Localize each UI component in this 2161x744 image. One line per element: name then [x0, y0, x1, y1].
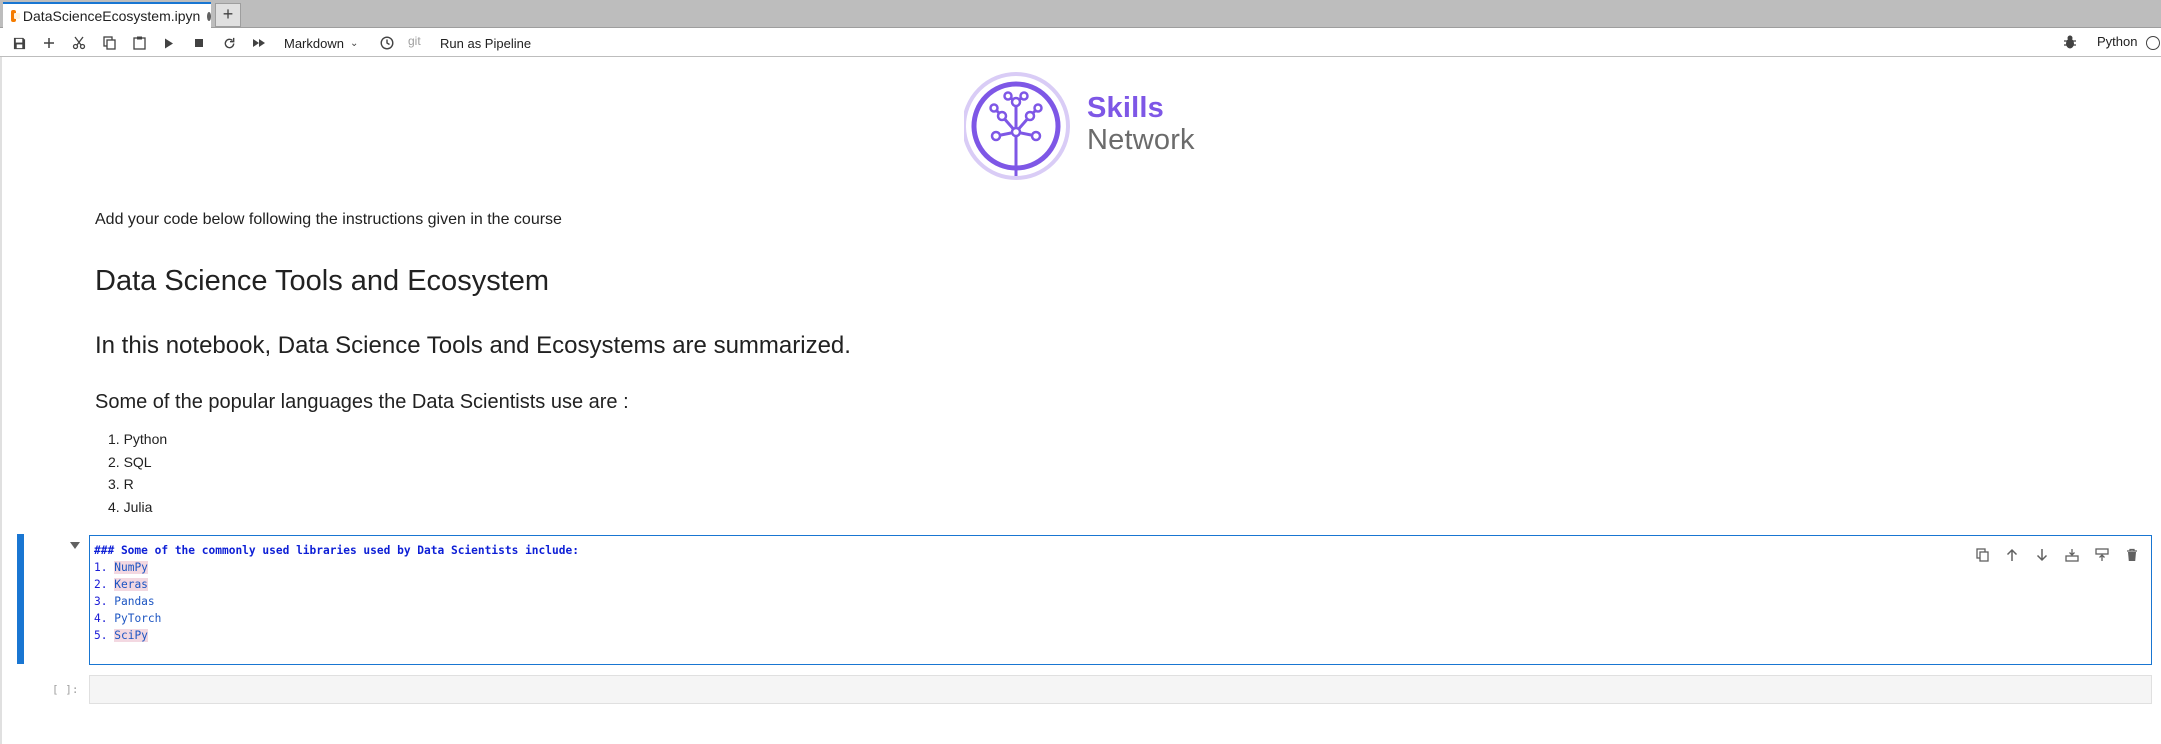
library-item: NumPy — [114, 561, 148, 574]
fast-forward-icon[interactable] — [248, 32, 270, 54]
trash-icon[interactable] — [2121, 544, 2143, 566]
library-item: PyTorch — [114, 612, 162, 625]
empty-code-cell[interactable] — [89, 675, 2152, 704]
new-tab-button[interactable]: + — [215, 3, 241, 27]
languages-heading: Some of the popular languages the Data S… — [95, 391, 629, 413]
notebook-toolbar: Markdown ⌄ git Run as Pipeline Python — [0, 28, 2161, 57]
active-cell-indicator[interactable] — [17, 534, 24, 664]
clock-icon[interactable] — [376, 32, 398, 54]
tab-notebook[interactable]: DataScienceEcosystem.ipyn — [3, 2, 211, 28]
tab-bar: DataScienceEcosystem.ipyn + — [0, 0, 2161, 28]
notebook-left-border — [0, 57, 2, 744]
notebook-title: Data Science Tools and Ecosystem — [95, 265, 550, 297]
run-as-pipeline-button[interactable]: Run as Pipeline — [440, 32, 531, 54]
item-number: 2. — [94, 578, 108, 591]
save-icon[interactable] — [8, 32, 30, 54]
unsaved-indicator-icon[interactable] — [207, 11, 211, 21]
library-item: Pandas — [114, 595, 155, 608]
cell-toolbar — [1971, 544, 2143, 566]
play-icon[interactable] — [158, 32, 180, 54]
markdown-cell-editor[interactable]: ### Some of the commonly used libraries … — [89, 535, 2152, 665]
cell-type-dropdown[interactable]: Markdown ⌄ — [284, 32, 358, 54]
arrow-up-icon[interactable] — [2001, 544, 2023, 566]
insert-above-icon[interactable] — [2061, 544, 2083, 566]
plus-icon[interactable] — [38, 32, 60, 54]
code-content[interactable]: ### Some of the commonly used libraries … — [94, 542, 579, 644]
cell-type-value: Markdown — [284, 35, 344, 51]
notebook-icon — [11, 10, 20, 22]
kernel-status-icon — [2146, 36, 2160, 50]
list-item: 1. Python — [108, 431, 168, 447]
list-item: 4. Julia — [108, 498, 153, 515]
refresh-icon[interactable] — [218, 32, 240, 54]
list-item: 3. R — [108, 476, 134, 492]
logo-text-skills: Skills — [1087, 92, 1164, 124]
list-item: 2. SQL — [108, 453, 152, 470]
copy-icon[interactable] — [98, 32, 120, 54]
intro-text: Add your code below following the instru… — [95, 211, 562, 228]
kernel-name[interactable]: Python — [2097, 34, 2137, 49]
chevron-down-icon: ⌄ — [349, 37, 359, 49]
collapse-caret-icon[interactable] — [70, 542, 80, 549]
stop-icon[interactable] — [188, 32, 210, 54]
item-number: 4. — [94, 612, 108, 625]
library-item: Keras — [114, 578, 148, 591]
logo-text-network: Network — [1087, 124, 1195, 156]
paste-icon[interactable] — [128, 32, 150, 54]
summary-heading: In this notebook, Data Science Tools and… — [95, 332, 851, 359]
tab-title: DataScienceEcosystem.ipyn — [22, 8, 201, 24]
cell-prompt: [ ]: — [52, 683, 79, 696]
code-heading: ### Some of the commonly used libraries … — [94, 544, 579, 557]
duplicate-icon[interactable] — [1971, 544, 1993, 566]
debugger-icon[interactable] — [2062, 34, 2080, 52]
item-number: 1. — [94, 561, 108, 574]
git-label[interactable]: git — [408, 34, 421, 48]
arrow-down-icon[interactable] — [2031, 544, 2053, 566]
scissors-icon[interactable] — [68, 32, 90, 54]
item-number: 5. — [94, 629, 108, 642]
languages-list: 1. Python 2. SQL 3. R 4. Julia — [108, 430, 167, 520]
library-item: SciPy — [114, 629, 148, 642]
item-number: 3. — [94, 595, 108, 608]
insert-below-icon[interactable] — [2091, 544, 2113, 566]
